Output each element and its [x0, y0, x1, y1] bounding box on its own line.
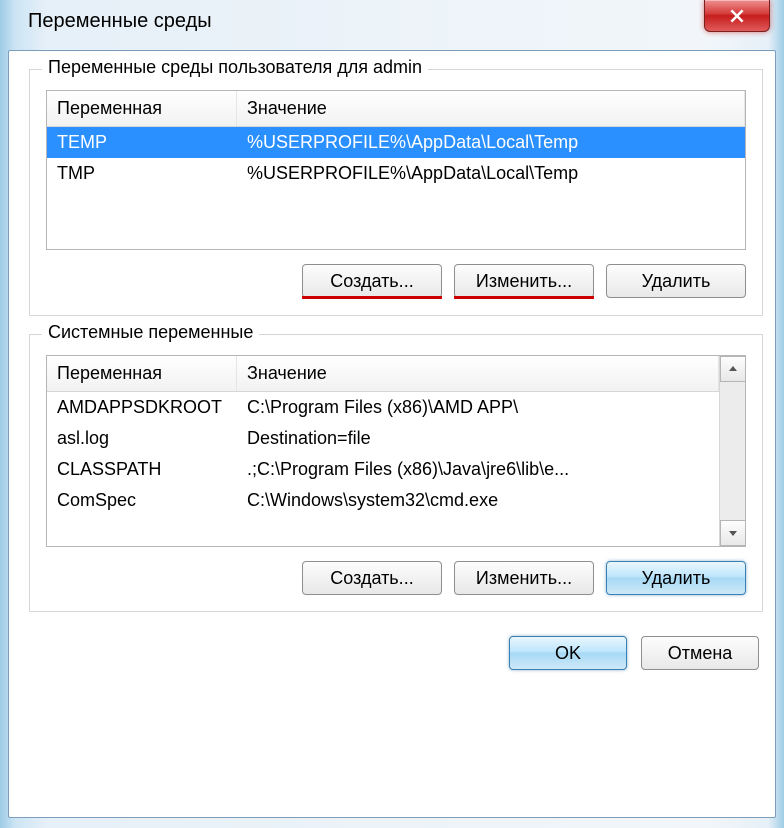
close-icon	[728, 7, 746, 25]
user-vars-buttons: Создать... Изменить... Удалить	[46, 264, 746, 299]
col-value-header[interactable]: Значение	[237, 91, 745, 126]
var-name: ComSpec	[47, 490, 237, 511]
scroll-track[interactable]	[720, 382, 745, 520]
sys-vars-legend: Системные переменные	[42, 322, 259, 343]
var-value: C:\Program Files (x86)\AMD APP\	[237, 397, 719, 418]
var-name: TMP	[47, 163, 237, 184]
table-row[interactable]: ComSpec C:\Windows\system32\cmd.exe	[47, 485, 719, 516]
window-title: Переменные среды	[0, 0, 212, 33]
dialog-footer: OK Отмена	[29, 636, 763, 670]
scroll-up-button[interactable]	[720, 356, 746, 382]
col-name-header[interactable]: Переменная	[47, 356, 237, 391]
env-vars-window: Переменные среды Переменные среды пользо…	[0, 0, 784, 828]
var-name: AMDAPPSDKROOT	[47, 397, 237, 418]
col-value-header[interactable]: Значение	[237, 356, 719, 391]
col-name-header[interactable]: Переменная	[47, 91, 237, 126]
close-button[interactable]	[704, 0, 770, 32]
sys-vars-buttons: Создать... Изменить... Удалить	[46, 561, 746, 595]
var-value: C:\Windows\system32\cmd.exe	[237, 490, 719, 511]
scroll-down-button[interactable]	[720, 520, 746, 546]
chevron-up-icon	[728, 364, 738, 374]
sys-vars-list[interactable]: Переменная Значение AMDAPPSDKROOT C:\Pro…	[46, 355, 746, 547]
scrollbar[interactable]	[719, 356, 745, 546]
var-name: asl.log	[47, 428, 237, 449]
edit-user-var-button[interactable]: Изменить...	[454, 264, 594, 298]
annotation-underline	[302, 296, 442, 299]
delete-user-var-button[interactable]: Удалить	[606, 264, 746, 298]
table-row[interactable]: AMDAPPSDKROOT C:\Program Files (x86)\AMD…	[47, 392, 719, 423]
annotation-underline	[454, 296, 594, 299]
user-vars-group: Переменные среды пользователя для admin …	[29, 69, 763, 316]
sys-vars-group: Системные переменные Переменная Значение…	[29, 334, 763, 612]
user-vars-body: TEMP %USERPROFILE%\AppData\Local\Temp TM…	[47, 127, 745, 249]
var-name: TEMP	[47, 132, 237, 153]
user-vars-legend: Переменные среды пользователя для admin	[42, 57, 428, 78]
cancel-button[interactable]: Отмена	[641, 636, 759, 670]
ok-button[interactable]: OK	[509, 636, 627, 670]
delete-sys-var-button[interactable]: Удалить	[606, 561, 746, 595]
user-vars-list[interactable]: Переменная Значение TEMP %USERPROFILE%\A…	[46, 90, 746, 250]
chevron-down-icon	[728, 528, 738, 538]
create-sys-var-button[interactable]: Создать...	[302, 561, 442, 595]
table-row[interactable]: TEMP %USERPROFILE%\AppData\Local\Temp	[47, 127, 745, 158]
sys-vars-header: Переменная Значение	[47, 356, 719, 392]
var-name: CLASSPATH	[47, 459, 237, 480]
edit-sys-var-button[interactable]: Изменить...	[454, 561, 594, 595]
table-row[interactable]: asl.log Destination=file	[47, 423, 719, 454]
var-value: Destination=file	[237, 428, 719, 449]
table-row[interactable]: TMP %USERPROFILE%\AppData\Local\Temp	[47, 158, 745, 189]
var-value: .;C:\Program Files (x86)\Java\jre6\lib\e…	[237, 459, 719, 480]
user-vars-header: Переменная Значение	[47, 91, 745, 127]
sys-vars-body: AMDAPPSDKROOT C:\Program Files (x86)\AMD…	[47, 392, 719, 546]
var-value: %USERPROFILE%\AppData\Local\Temp	[237, 132, 745, 153]
dialog-body: Переменные среды пользователя для admin …	[8, 50, 776, 818]
titlebar: Переменные среды	[0, 0, 784, 42]
var-value: %USERPROFILE%\AppData\Local\Temp	[237, 163, 745, 184]
create-user-var-button[interactable]: Создать...	[302, 264, 442, 298]
table-row[interactable]: CLASSPATH .;C:\Program Files (x86)\Java\…	[47, 454, 719, 485]
